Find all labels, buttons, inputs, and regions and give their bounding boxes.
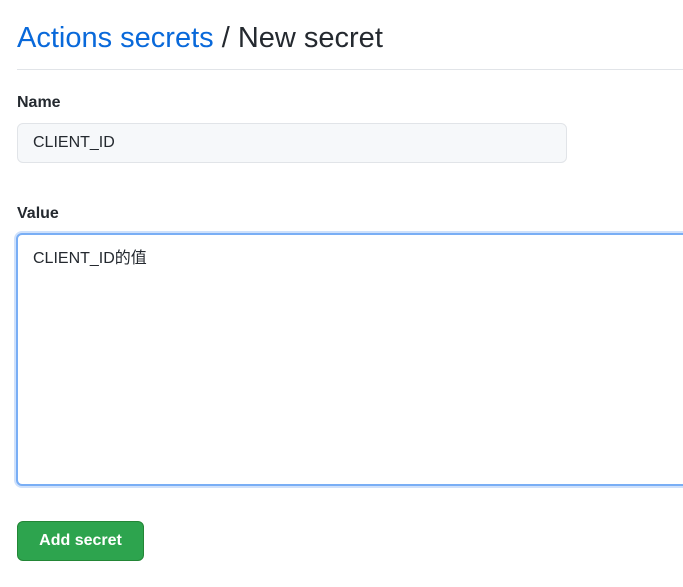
- add-secret-button[interactable]: Add secret: [17, 521, 144, 561]
- page-title: Actions secrets / New secret: [17, 18, 383, 58]
- breadcrumb-current: New secret: [237, 22, 383, 54]
- new-secret-page: Actions secrets / New secret Name Value …: [0, 0, 683, 587]
- value-textarea[interactable]: CLIENT_ID的值: [16, 233, 683, 486]
- value-label: Value: [17, 205, 59, 222]
- breadcrumb-separator: /: [221, 22, 230, 54]
- header-divider: [17, 69, 683, 70]
- name-label: Name: [17, 94, 61, 111]
- actions-secrets-link[interactable]: Actions secrets: [17, 22, 214, 54]
- name-input[interactable]: [17, 123, 567, 163]
